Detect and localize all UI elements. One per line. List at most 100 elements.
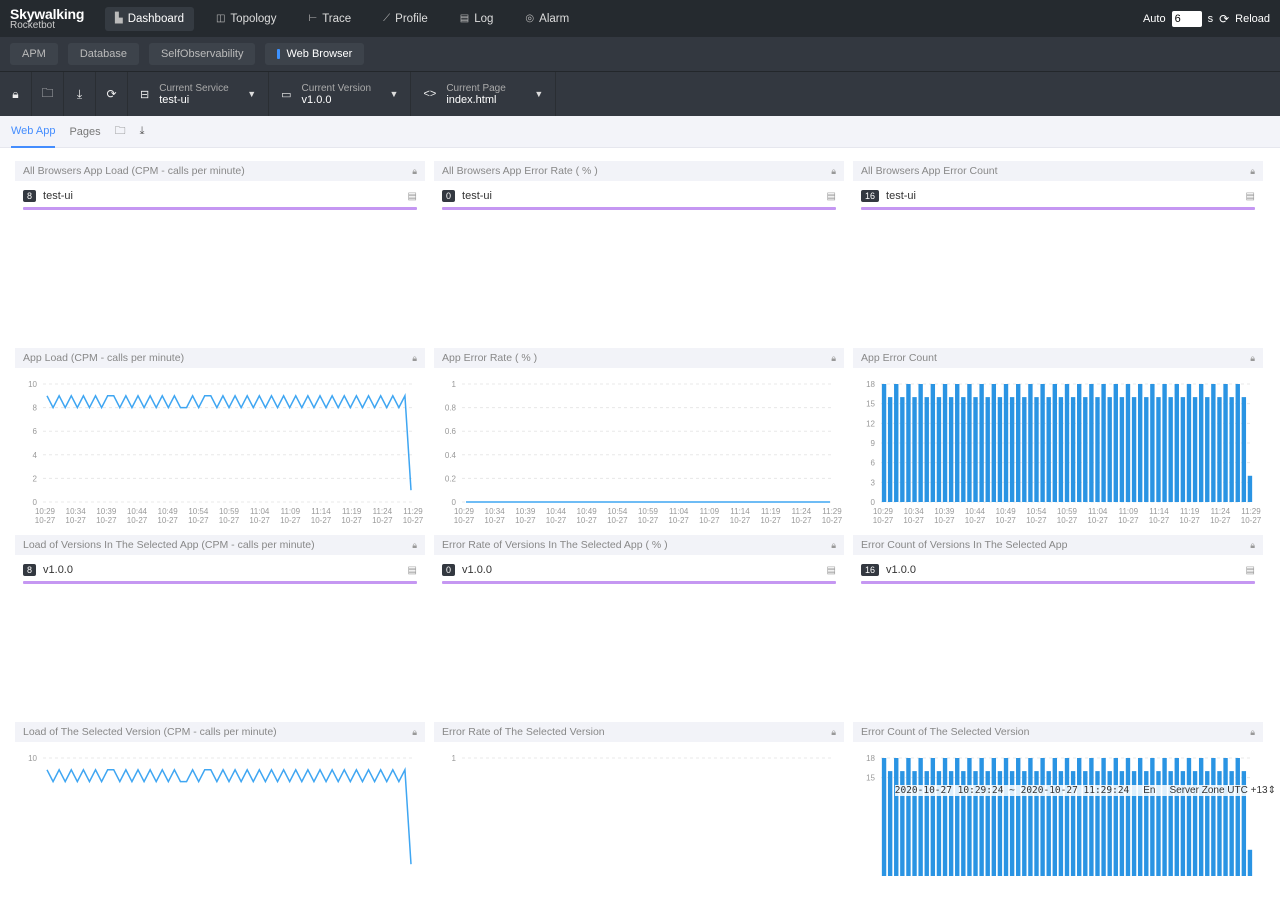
nav-trace[interactable]: ⊢Trace	[298, 7, 361, 31]
bar	[1040, 758, 1044, 876]
reload-button[interactable]: Reload	[1235, 13, 1270, 25]
folder-icon[interactable]: 🗀	[32, 72, 64, 116]
x-tick-label: 10:44	[965, 507, 986, 516]
version-value: v1.0.0	[302, 94, 380, 106]
service-selector[interactable]: ⊟ Current Service test-ui ▼	[128, 72, 269, 116]
refresh-icon[interactable]: ⟳	[96, 72, 128, 116]
service-icon: ⊟	[140, 88, 149, 101]
lock-icon[interactable]: 🔒︎	[412, 727, 417, 738]
bar	[1059, 397, 1063, 502]
tab-web-browser[interactable]: Web Browser	[265, 43, 364, 65]
x-tick-label: 10-27	[311, 516, 332, 525]
lock-icon[interactable]: 🔒︎	[1250, 540, 1255, 551]
clipboard-icon[interactable]: ▤	[408, 191, 417, 202]
y-tick-label: 1	[452, 380, 457, 389]
bar	[1071, 397, 1075, 502]
x-tick-label: 11:09	[700, 507, 720, 516]
x-tick-label: 10-27	[249, 516, 270, 525]
page-selector[interactable]: <> Current Page index.html ▼	[411, 72, 556, 116]
nav-dashboard[interactable]: ▙Dashboard	[105, 7, 194, 31]
panel-title: Load of Versions In The Selected App (CP…	[23, 539, 315, 551]
reload-icon[interactable]: ⟳	[1219, 12, 1229, 26]
bar	[1010, 397, 1014, 502]
download-icon[interactable]: ⤓	[64, 72, 96, 116]
x-tick-label: 10:49	[158, 507, 179, 516]
download-icon[interactable]: ⤓	[140, 125, 145, 138]
bar	[1199, 384, 1203, 502]
series-line	[47, 770, 411, 864]
panel-all-browsers-app-error-rate: All Browsers App Error Rate ( % )🔒︎ 0tes…	[434, 161, 844, 210]
bar	[1138, 758, 1142, 876]
lock-icon[interactable]: 🔒︎	[831, 540, 836, 551]
subtab-pages[interactable]: Pages	[69, 116, 100, 148]
lock-icon[interactable]: 🔒︎	[831, 166, 836, 177]
value-badge: 16	[861, 190, 879, 202]
clipboard-icon[interactable]: ▤	[1246, 191, 1255, 202]
app-load-chart: 024681010:2910-2710:3410-2710:3910-2710:…	[15, 368, 425, 528]
clipboard-icon[interactable]: ▤	[827, 191, 836, 202]
bar	[1126, 758, 1130, 876]
lock-icon[interactable]: 🔒︎	[1250, 166, 1255, 177]
log-icon: ▤	[460, 13, 469, 24]
x-tick-label: 11:04	[669, 507, 689, 516]
clipboard-icon[interactable]: ▤	[408, 565, 417, 576]
y-tick-label: 10	[28, 380, 37, 389]
y-tick-label: 0.8	[445, 404, 457, 413]
server-zone-value[interactable]: 13	[1256, 785, 1267, 796]
auto-label[interactable]: Auto	[1143, 13, 1166, 25]
x-tick-label: 10-27	[372, 516, 393, 525]
selected-version-error-count-chart: 1815	[853, 742, 1263, 902]
bar	[906, 384, 910, 502]
tab-selfobservability[interactable]: SelfObservability	[149, 43, 256, 65]
panel-selected-version-error-rate: Error Rate of The Selected Version🔒︎ 1	[434, 722, 844, 905]
value-bar	[442, 207, 836, 210]
clipboard-icon[interactable]: ▤	[1246, 565, 1255, 576]
bar	[1156, 397, 1160, 502]
bar	[1187, 758, 1191, 876]
lock-icon[interactable]: 🔒︎	[0, 72, 32, 116]
value-bar	[861, 207, 1255, 210]
lock-icon[interactable]: 🔒︎	[412, 353, 417, 364]
clipboard-icon[interactable]: ▤	[827, 565, 836, 576]
panel-title: All Browsers App Error Rate ( % )	[442, 165, 598, 177]
auto-interval-input[interactable]	[1172, 11, 1202, 27]
bar	[949, 397, 953, 502]
x-tick-label: 10-27	[607, 516, 628, 525]
x-tick-label: 10:39	[515, 507, 536, 516]
nav-log[interactable]: ▤Log	[450, 7, 504, 31]
chevron-down-icon: ▼	[534, 89, 543, 99]
alarm-icon: ◎	[525, 13, 534, 24]
lock-icon[interactable]: 🔒︎	[412, 166, 417, 177]
nav-alarm[interactable]: ◎Alarm	[515, 7, 579, 31]
version-selector[interactable]: ▭ Current Version v1.0.0 ▼	[269, 72, 411, 116]
bar	[986, 397, 990, 502]
x-tick-label: 10-27	[96, 516, 117, 525]
dashboard-icon: ▙	[115, 13, 123, 24]
time-range[interactable]: 2020-10-27 10:29:24 ~ 2020-10-27 11:29:2…	[895, 785, 1130, 796]
value-bar	[442, 581, 836, 584]
x-tick-label: 10-27	[188, 516, 209, 525]
lock-icon[interactable]: 🔒︎	[1250, 353, 1255, 364]
bar	[1120, 397, 1124, 502]
language-toggle[interactable]: En	[1143, 785, 1155, 796]
lock-icon[interactable]: 🔒︎	[412, 540, 417, 551]
version-label: Current Version	[302, 83, 380, 94]
tab-apm[interactable]: APM	[10, 43, 58, 65]
nav-topology[interactable]: ◫Topology	[206, 7, 287, 31]
folder-icon[interactable]: 🗀	[115, 122, 126, 141]
lock-icon[interactable]: 🔒︎	[831, 353, 836, 364]
panel-title: All Browsers App Error Count	[861, 165, 998, 177]
lock-icon[interactable]: 🔒︎	[1250, 727, 1255, 738]
panel-all-browsers-app-error-count: All Browsers App Error Count🔒︎ 16test-ui…	[853, 161, 1263, 210]
stepper-icon[interactable]: ⇕	[1268, 785, 1276, 796]
x-tick-label: 11:14	[311, 507, 331, 516]
x-tick-label: 10-27	[65, 516, 86, 525]
nav-profile[interactable]: ⟋Profile	[373, 7, 438, 31]
x-tick-label: 10-27	[791, 516, 812, 525]
tab-database[interactable]: Database	[68, 43, 139, 65]
bar	[1150, 384, 1154, 502]
bar	[1028, 384, 1032, 502]
bar	[998, 397, 1002, 502]
subtab-web-app[interactable]: Web App	[11, 116, 55, 148]
lock-icon[interactable]: 🔒︎	[831, 727, 836, 738]
